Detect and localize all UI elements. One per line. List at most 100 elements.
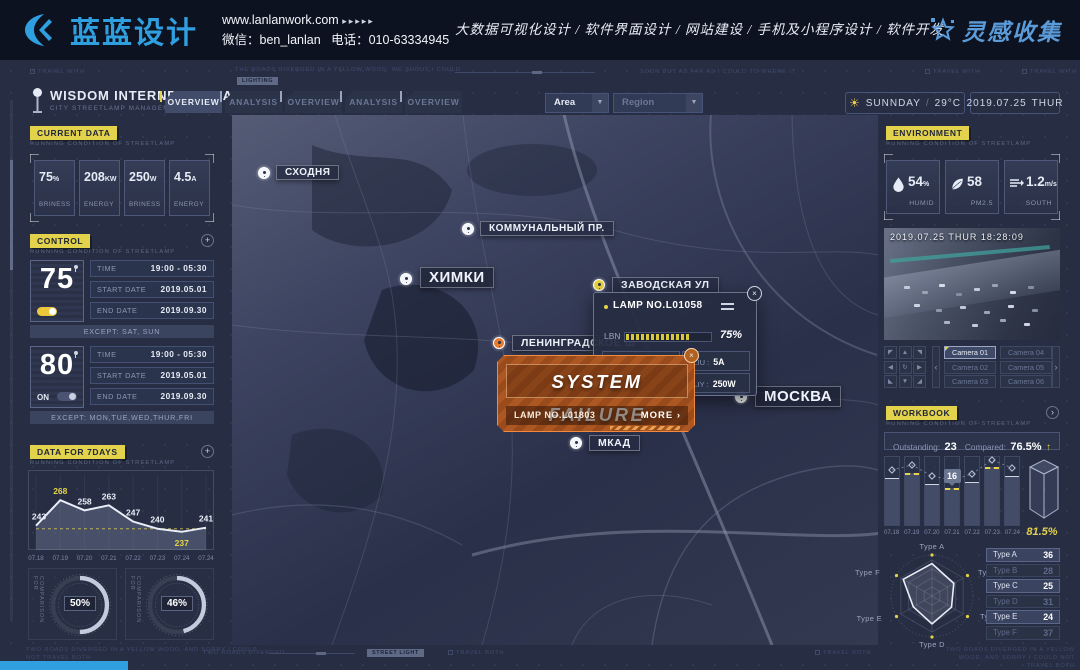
camera-feed[interactable]: 2019.07.25 THUR 18:28:09 — [884, 228, 1060, 340]
pan-up-right-button[interactable]: ◥ — [913, 346, 926, 359]
filters-icon[interactable] — [721, 303, 734, 310]
start-date-row[interactable]: START DATE2019.05.01 — [90, 281, 214, 298]
pan-down-left-button[interactable]: ◣ — [884, 375, 897, 388]
map-label-mkad[interactable]: МКАД — [589, 435, 640, 451]
camera-06-button[interactable]: Camera 06 — [1000, 375, 1052, 388]
week-chart-add-button[interactable]: + — [201, 445, 214, 458]
camera-04-button[interactable]: Camera 04 — [1000, 346, 1052, 359]
tab-analysis-1[interactable]: ANALYSIS — [225, 91, 282, 113]
camera-03-button[interactable]: Camera 03 — [944, 375, 996, 388]
bar-slot — [884, 456, 900, 526]
collection-text: 灵感收集 — [962, 13, 1062, 47]
checkbox-icon — [448, 650, 453, 655]
current-data-title: CURRENT DATA — [30, 126, 117, 140]
tab-overview-3[interactable]: OVERVIEW — [405, 91, 462, 113]
type-row-d[interactable]: Type D31 — [986, 595, 1060, 609]
phone-contact: 电话：010-63334945 — [331, 33, 449, 47]
page: 蓝蓝设计 www.lanlanwork.com ▸▸▸▸▸ 微信：ben_lan… — [0, 0, 1080, 670]
map-label-moskva[interactable]: МОСКВА — [755, 386, 841, 407]
dashboard: TRAVEL WITH THE ROADS DIVERGED IN A YELL… — [0, 60, 1080, 670]
bar-date-label: 07.24 — [1005, 529, 1020, 536]
leaf-icon — [950, 176, 965, 192]
map-label-khimki[interactable]: ХИМКИ — [420, 267, 494, 288]
alert-close-icon[interactable]: × — [684, 348, 699, 363]
pan-down-button[interactable]: ▼ — [899, 375, 912, 388]
camera-prev-button[interactable]: ‹ — [932, 346, 940, 388]
more-button[interactable]: MORE › — [641, 406, 681, 425]
workbook-subtitle: RUNNING CONDITION OF STREETLAMP — [886, 421, 1031, 427]
type-row-b[interactable]: Type B28 — [986, 564, 1060, 578]
close-icon[interactable]: × — [747, 286, 762, 301]
region-select[interactable]: Region ▼ — [613, 93, 703, 113]
start-date-row[interactable]: START DATE2019.05.01 — [90, 367, 214, 384]
current-data-subtitle: RUNNING CONDITION OF STREETLAMP — [30, 141, 175, 147]
power-toggle-2[interactable] — [57, 392, 77, 401]
type-row-f[interactable]: Type F37 — [986, 626, 1060, 640]
cube-icon — [1028, 456, 1060, 524]
type-row-a[interactable]: Type A36 — [986, 548, 1060, 562]
except-days-2: EXCEPT: MON,TUE,WED,THUR,FRI — [30, 411, 214, 424]
time-row[interactable]: TIME19:00 - 05:30 — [90, 346, 214, 363]
collection-brand[interactable]: 灵感收集 — [930, 0, 1062, 60]
map-pin-kommunalny[interactable] — [459, 220, 477, 238]
camera-01-button[interactable]: Camera 01 — [944, 346, 996, 359]
pan-left-button[interactable]: ◀ — [884, 361, 897, 374]
page-title: WISDOM INTERNET OF LAMP — [50, 88, 254, 103]
map-label-skhodnya[interactable]: СХОДНЯ — [276, 165, 339, 180]
end-date-row[interactable]: END DATE2019.09.30 — [90, 302, 214, 319]
gauge-value: 46% — [161, 596, 193, 611]
pan-down-right-button[interactable]: ◢ — [913, 375, 926, 388]
lanlan-logo[interactable]: 蓝蓝设计 — [22, 8, 198, 52]
type-row-c[interactable]: Type C25 — [986, 579, 1060, 593]
bar-date-label: 07.20 — [924, 529, 939, 536]
svg-text:241: 241 — [199, 514, 213, 524]
pan-right-button[interactable]: ▶ — [913, 361, 926, 374]
workbook-title: WORKBOOK — [886, 406, 957, 420]
workbook-bar-chart: 16 — [884, 456, 1020, 526]
pan-up-left-button[interactable]: ◤ — [884, 346, 897, 359]
end-date-row[interactable]: END DATE2019.09.30 — [90, 388, 214, 405]
decor-bottom-check-2: TRAVEL BOTH — [815, 649, 871, 657]
camera-05-button[interactable]: Camera 05 — [1000, 361, 1052, 374]
svg-text:07.23: 07.23 — [150, 555, 166, 562]
tab-analysis-2[interactable]: ANALYSIS — [345, 91, 402, 113]
traffic-decoration — [884, 228, 890, 231]
tab-overview-1[interactable]: OVERVIEW — [165, 91, 222, 113]
date-value: 2019.07.25 — [967, 98, 1027, 109]
map-pin-khimki[interactable] — [397, 270, 415, 288]
map-label-kommunalny[interactable]: КОММУНАЛЬНЫЙ ПР. — [480, 221, 614, 236]
time-row[interactable]: TIME19:00 - 05:30 — [90, 260, 214, 277]
left-scrollbar[interactable] — [10, 100, 13, 620]
workbook-expand-button[interactable]: › — [1046, 406, 1059, 419]
alert-stripes — [610, 426, 680, 430]
weather-condition: SUNNDAY — [866, 98, 921, 109]
camera-next-button[interactable]: › — [1052, 346, 1060, 388]
svg-text:07.20: 07.20 — [77, 555, 93, 562]
map-pin-leningradskoe[interactable] — [490, 334, 508, 352]
services-list: 大数据可视化设计 / 软件界面设计 / 网站建设 / 手机及小程序设计 / 软件… — [455, 0, 944, 60]
site-url[interactable]: www.lanlanwork.com — [222, 13, 339, 27]
stat-card-brightness: 75% BRINESS — [34, 160, 75, 216]
current-data-cards: 75% BRINESS 208KW ENERGY 250W BRINESS 4.… — [30, 154, 214, 222]
map-label-zavodskaya[interactable]: ЗАВОДСКАЯ УЛ — [612, 277, 719, 293]
type-row-e[interactable]: Type E24 — [986, 610, 1060, 624]
reset-view-button[interactable]: ↻ — [899, 361, 912, 374]
tab-overview-2[interactable]: OVERVIEW — [285, 91, 342, 113]
svg-text:237: 237 — [175, 538, 189, 548]
date-widget: 2019.07.25 THUR — [970, 92, 1060, 114]
svg-text:258: 258 — [77, 496, 91, 506]
power-toggle-1[interactable] — [37, 307, 57, 316]
logo-text: 蓝蓝设计 — [70, 8, 198, 52]
map-pin-mkad[interactable] — [567, 434, 585, 452]
area-select[interactable]: Area ▼ — [545, 93, 609, 113]
control-add-button[interactable]: + — [201, 234, 214, 247]
pan-up-button[interactable]: ▲ — [899, 346, 912, 359]
stat-card-energy: 208KW ENERGY — [79, 160, 120, 216]
map-pin-skhodnya[interactable] — [255, 164, 273, 182]
checkbox-icon — [1022, 69, 1027, 74]
alert-bar: LAMP NO.L01803 MORE › — [506, 406, 688, 425]
tab-tick — [160, 91, 162, 102]
tab-tick — [340, 91, 342, 102]
camera-02-button[interactable]: Camera 02 — [944, 361, 996, 374]
lighting-badge: LIGHTING — [237, 77, 278, 85]
